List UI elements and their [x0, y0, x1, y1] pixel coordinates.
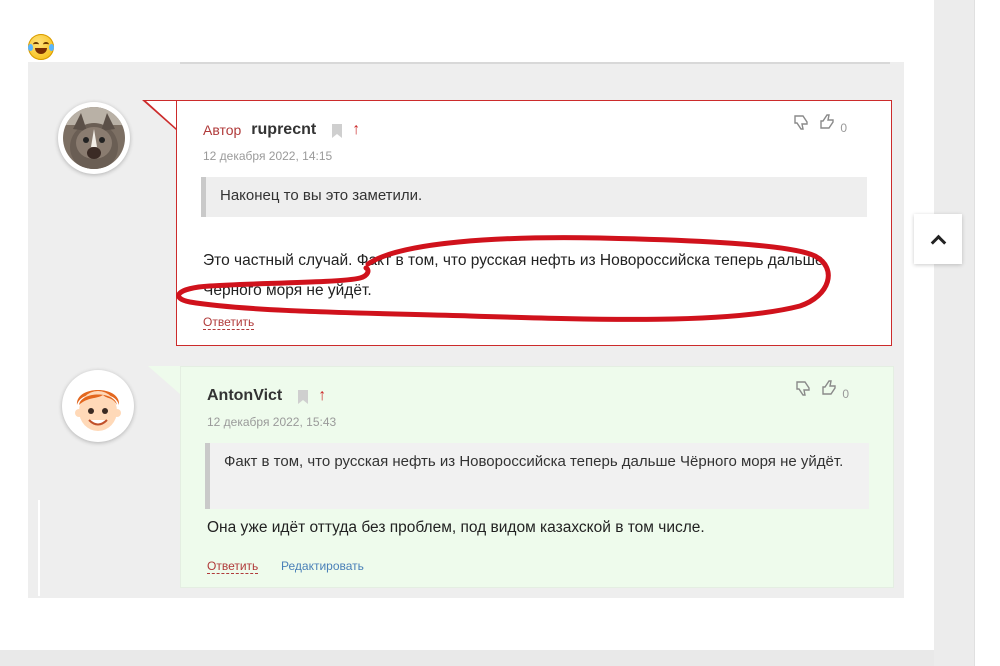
scroll-to-top-button[interactable] — [914, 214, 962, 264]
laughing-emoji-icon — [28, 34, 54, 60]
username[interactable]: AntonVict — [207, 387, 282, 405]
edit-link[interactable]: Редактировать — [281, 559, 364, 573]
quote-block: Наконец то вы это заметили. — [201, 177, 867, 217]
username[interactable]: ruprecnt — [251, 121, 316, 139]
comment-card: AntonVict ↑ 12 декабря 2022, 15:43 0 Фак… — [180, 366, 894, 588]
thread-line — [38, 500, 40, 596]
chevron-up-icon — [930, 234, 946, 250]
vote-controls: 0 — [794, 379, 849, 402]
vote-controls: 0 — [792, 113, 847, 136]
highlight-annotation — [176, 235, 831, 322]
right-panel — [974, 0, 1000, 666]
thumbs-up-icon[interactable] — [820, 379, 838, 402]
comment-date: 12 декабря 2022, 15:43 — [207, 415, 337, 429]
right-gutter — [934, 0, 974, 666]
reply-link[interactable]: Ответить — [207, 559, 259, 574]
comment-tail-inner — [146, 101, 176, 128]
up-arrow-icon[interactable]: ↑ — [318, 388, 326, 404]
avatar-ruprecnt[interactable] — [58, 102, 130, 174]
bookmark-icon[interactable] — [332, 123, 343, 138]
comment-date: 12 декабря 2022, 14:15 — [203, 149, 333, 163]
avatar-antonvict[interactable] — [62, 370, 134, 442]
thumbs-down-icon[interactable] — [792, 113, 810, 136]
vote-count: 0 — [840, 120, 847, 135]
thumbs-up-icon[interactable] — [818, 113, 836, 136]
bookmark-icon[interactable] — [298, 389, 309, 404]
thumbs-down-icon[interactable] — [794, 379, 812, 402]
author-tag: Автор — [203, 122, 242, 138]
up-arrow-icon[interactable]: ↑ — [352, 122, 360, 138]
vote-count: 0 — [842, 386, 849, 401]
comment-text: Она уже идёт оттуда без проблем, под вид… — [207, 519, 705, 536]
divider — [180, 62, 890, 64]
quote-block: Факт в том, что русская нефть из Новорос… — [205, 443, 869, 509]
comment-tail — [148, 366, 180, 394]
